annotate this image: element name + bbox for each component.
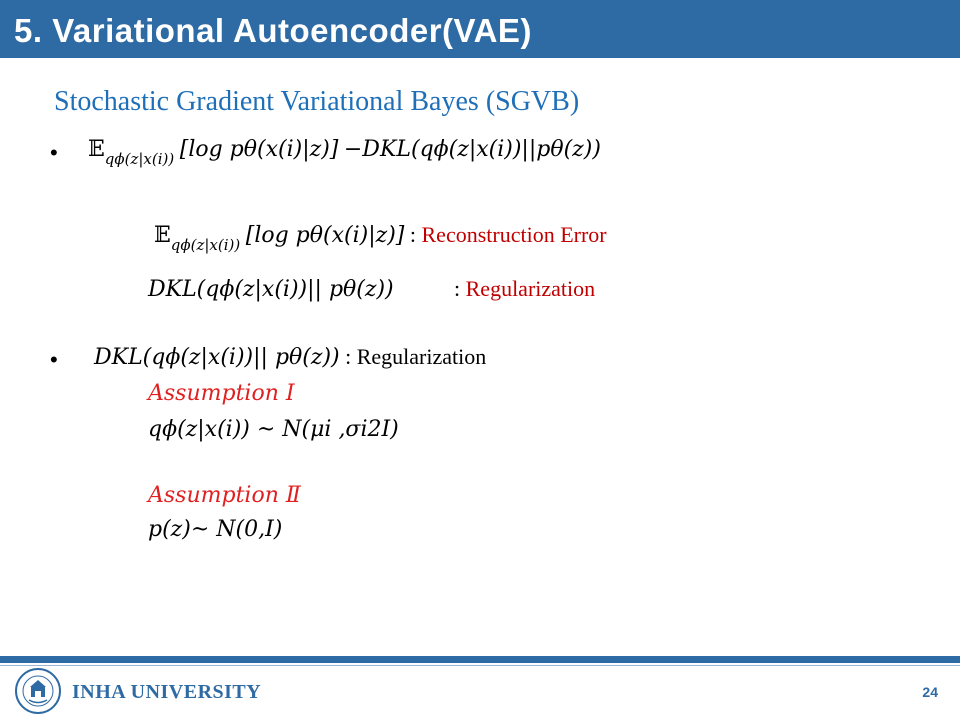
slide-title: 5. Variational Autoencoder(VAE)	[14, 12, 532, 49]
assumption-1-title-text: Assumption Ⅰ	[148, 381, 295, 406]
bullet2-formula: DKL(qϕ(z|x(i))|| pθ(z)) : Regularization	[94, 344, 486, 370]
assumption-1-title: Assumption Ⅰ	[148, 380, 295, 406]
title-bar: 5. Variational Autoencoder(VAE)	[0, 0, 960, 58]
university-seal-icon	[15, 668, 61, 714]
reg-kl-term: DKL(qϕ(z|x(i))|| pθ(z))	[148, 277, 394, 302]
assumption-2-formula: p(z)~ N(0,I)	[148, 516, 282, 542]
recon-expectation: 𝔼	[154, 223, 171, 248]
bullet-dot-2: •	[50, 347, 58, 372]
bullet-dot-1: •	[50, 140, 58, 165]
footer-divider	[0, 665, 960, 666]
slide-subtitle: Stochastic Gradient Variational Bayes (S…	[54, 86, 580, 117]
reconstruction-error-label: Reconstruction Error	[421, 222, 607, 247]
recon-log-term: [log pθ(x(i)|z)]	[245, 223, 405, 248]
assumption-2-title: Assumption Ⅱ	[148, 482, 301, 508]
elbo-log-term: [log pθ(x(i)|z)]	[179, 137, 339, 162]
elbo-kl-term: −DKL(qϕ(z|x(i))||pθ(z))	[343, 137, 601, 162]
bullet2-kl-term: DKL(qϕ(z|x(i))|| pθ(z))	[94, 345, 340, 370]
elbo-expectation: 𝔼	[88, 137, 105, 162]
assumption-2-title-text: Assumption Ⅱ	[148, 483, 301, 508]
regularization-label-wrap: : Regularization	[454, 276, 595, 302]
footer-bar	[0, 656, 960, 663]
university-name: INHA UNIVERSITY	[72, 681, 262, 703]
assumption-1-formula-text: qϕ(z|x(i)) ~ N(μi ,σi2I)	[148, 417, 399, 442]
assumption-1-formula: qϕ(z|x(i)) ~ N(μi ,σi2I)	[148, 416, 399, 442]
assumption-2-formula-text: p(z)~ N(0,I)	[148, 517, 283, 542]
reconstruction-line: 𝔼qϕ(z|x(i)) [log pθ(x(i)|z)] : Reconstru…	[154, 222, 607, 254]
recon-expectation-subscript: qϕ(z|x(i))	[170, 236, 241, 254]
elbo-expectation-subscript: qϕ(z|x(i))	[104, 150, 175, 168]
reg-colon: :	[454, 276, 461, 301]
bullet2-label: : Regularization	[345, 344, 487, 369]
elbo-formula: 𝔼qϕ(z|x(i)) [log pθ(x(i)|z)] −DKL(qϕ(z|x…	[88, 136, 601, 168]
regularization-line: DKL(qϕ(z|x(i))|| pθ(z))	[148, 276, 394, 302]
regularization-label: Regularization	[465, 276, 596, 301]
page-number: 24	[922, 684, 938, 700]
recon-colon: :	[409, 222, 416, 247]
